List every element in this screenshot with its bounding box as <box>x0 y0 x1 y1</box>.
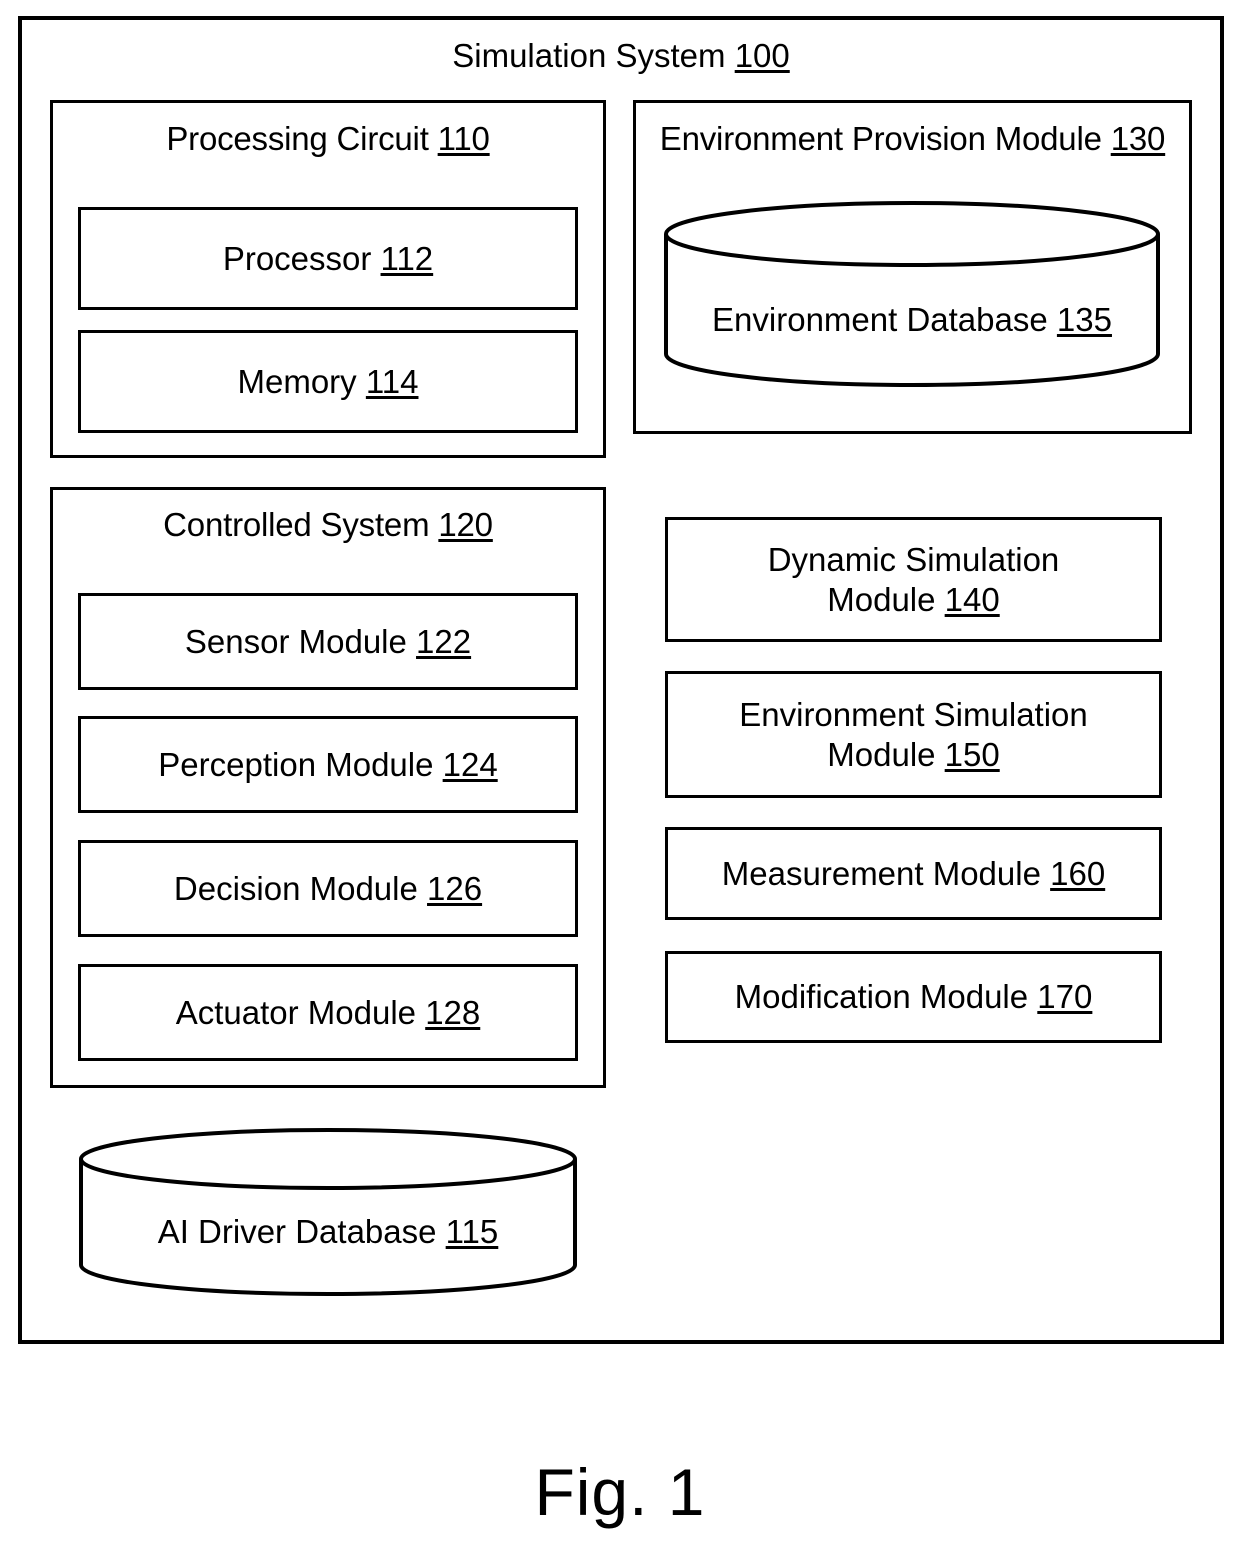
dynamic-simulation-module-line1: Dynamic Simulation <box>767 540 1060 578</box>
memory-module-text: Memory <box>237 362 357 400</box>
ai-driver-database-label: AI Driver Database 115 <box>78 1213 578 1251</box>
processor-module-text: Processor <box>222 239 372 277</box>
decision-module-ref: 126 <box>427 869 483 907</box>
decision-module-label: Decision Module 126 <box>174 869 482 909</box>
environment-simulation-module-line2: Module <box>827 735 936 773</box>
environment-provision-module-title: Environment Provision Module 130 <box>633 120 1192 158</box>
cylinder-icon <box>79 1128 577 1296</box>
actuator-module-box: Actuator Module 128 <box>78 964 578 1061</box>
figure-caption: Fig. 1 <box>534 1455 706 1529</box>
controlled-system-title-ref: 120 <box>438 506 493 543</box>
measurement-module-box: Measurement Module 160 <box>665 827 1162 920</box>
patent-figure-sheet: Simulation System 100 Processing Circuit… <box>0 0 1240 1555</box>
sensor-module-label: Sensor Module 122 <box>185 622 471 662</box>
environment-simulation-module-box: Environment Simulation Module 150 <box>665 671 1162 798</box>
perception-module-text: Perception Module <box>158 745 434 783</box>
ai-driver-database-ref: 115 <box>445 1213 499 1250</box>
actuator-module-text: Actuator Module <box>175 993 417 1031</box>
processing-circuit-title: Processing Circuit 110 <box>50 120 606 158</box>
measurement-module-label: Measurement Module 160 <box>722 854 1105 894</box>
processor-module-ref: 112 <box>380 239 434 277</box>
processing-circuit-title-ref: 110 <box>437 120 490 157</box>
processing-circuit-title-text: Processing Circuit <box>166 120 429 157</box>
simulation-system-title-ref: 100 <box>734 37 790 74</box>
simulation-system-title: Simulation System 100 <box>18 36 1224 76</box>
decision-module-box: Decision Module 126 <box>78 840 578 937</box>
memory-module-ref: 114 <box>365 362 419 400</box>
processor-module-label: Processor 112 <box>223 239 433 279</box>
measurement-module-text: Measurement Module <box>721 854 1041 892</box>
modification-module-label: Modification Module 170 <box>735 977 1093 1017</box>
measurement-module-ref: 160 <box>1050 854 1106 892</box>
environment-provision-module-title-ref: 130 <box>1110 120 1166 157</box>
environment-provision-module-title-text: Environment Provision Module <box>659 120 1102 157</box>
cylinder-icon <box>664 201 1160 387</box>
dynamic-simulation-module-box: Dynamic Simulation Module 140 <box>665 517 1162 642</box>
controlled-system-title-text: Controlled System <box>163 506 430 543</box>
ai-driver-database-cylinder: AI Driver Database 115 <box>78 1127 578 1297</box>
environment-database-ref: 135 <box>1056 301 1112 338</box>
modification-module-text: Modification Module <box>734 978 1029 1015</box>
dynamic-simulation-module-label: Dynamic Simulation Module 140 <box>768 540 1060 620</box>
environment-simulation-module-label: Environment Simulation Module 150 <box>739 695 1088 775</box>
environment-database-cylinder: Environment Database 135 <box>663 200 1161 392</box>
environment-database-text: Environment Database <box>712 301 1048 338</box>
decision-module-text: Decision Module <box>173 869 418 907</box>
perception-module-label: Perception Module 124 <box>158 745 497 785</box>
sensor-module-box: Sensor Module 122 <box>78 593 578 690</box>
processor-module-box: Processor 112 <box>78 207 578 310</box>
memory-module-label: Memory 114 <box>238 362 419 402</box>
dynamic-simulation-module-ref: 140 <box>944 580 1000 618</box>
simulation-system-title-text: Simulation System <box>452 37 726 74</box>
dynamic-simulation-module-line2: Module <box>827 580 936 618</box>
ai-driver-database-text: AI Driver Database <box>157 1213 437 1250</box>
modification-module-ref: 170 <box>1037 978 1093 1015</box>
controlled-system-title: Controlled System 120 <box>50 506 606 544</box>
environment-simulation-module-ref: 150 <box>944 735 1000 773</box>
memory-module-box: Memory 114 <box>78 330 578 433</box>
modification-module-box: Modification Module 170 <box>665 951 1162 1043</box>
sensor-module-text: Sensor Module <box>184 622 407 660</box>
actuator-module-label: Actuator Module 128 <box>176 993 481 1033</box>
environment-database-label: Environment Database 135 <box>663 301 1161 339</box>
actuator-module-ref: 128 <box>425 993 481 1031</box>
environment-simulation-module-line1: Environment Simulation <box>739 695 1088 733</box>
sensor-module-ref: 122 <box>416 622 472 660</box>
perception-module-box: Perception Module 124 <box>78 716 578 813</box>
perception-module-ref: 124 <box>442 745 498 783</box>
